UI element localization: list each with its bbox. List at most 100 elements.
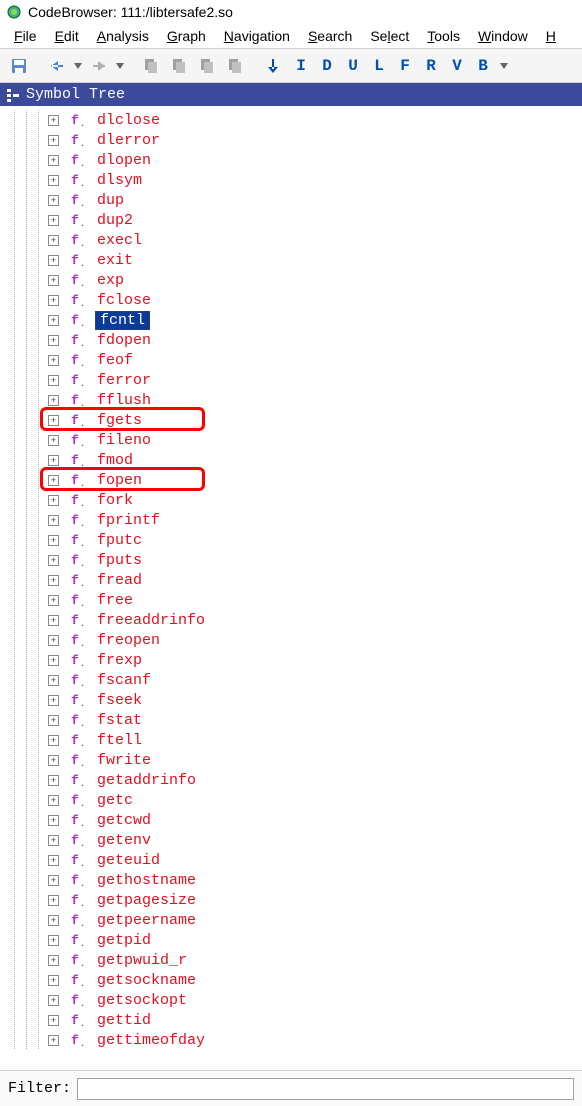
- expander-icon[interactable]: +: [48, 995, 59, 1006]
- tree-row[interactable]: +f.geteuid: [0, 850, 582, 870]
- tree-row[interactable]: +f.free: [0, 590, 582, 610]
- symbol-label[interactable]: getcwd: [95, 812, 153, 829]
- tree-row[interactable]: +f.fgets: [0, 410, 582, 430]
- tree-row[interactable]: +f.getpwuid_r: [0, 950, 582, 970]
- symbol-label[interactable]: dlclose: [95, 112, 162, 129]
- tree-row[interactable]: +f.getsockname: [0, 970, 582, 990]
- menu-select[interactable]: Select: [362, 26, 417, 46]
- expander-icon[interactable]: +: [48, 515, 59, 526]
- expander-icon[interactable]: +: [48, 235, 59, 246]
- tool-u[interactable]: U: [340, 53, 366, 79]
- expander-icon[interactable]: +: [48, 1015, 59, 1026]
- tree-row[interactable]: +f.fscanf: [0, 670, 582, 690]
- tree-row[interactable]: +f.exit: [0, 250, 582, 270]
- expander-icon[interactable]: +: [48, 835, 59, 846]
- expander-icon[interactable]: +: [48, 395, 59, 406]
- tree-row[interactable]: +f.fseek: [0, 690, 582, 710]
- symbol-label[interactable]: fstat: [95, 712, 144, 729]
- symbol-label[interactable]: fopen: [95, 472, 144, 489]
- save-button[interactable]: [6, 53, 32, 79]
- symbol-label[interactable]: gettimeofday: [95, 1032, 207, 1049]
- tree-row[interactable]: +f.getsockopt: [0, 990, 582, 1010]
- symbol-label[interactable]: fmod: [95, 452, 135, 469]
- symbol-label[interactable]: fileno: [95, 432, 153, 449]
- symbol-label[interactable]: fdopen: [95, 332, 153, 349]
- expander-icon[interactable]: +: [48, 175, 59, 186]
- tree-row[interactable]: +f.dup: [0, 190, 582, 210]
- symbol-label[interactable]: gethostname: [95, 872, 198, 889]
- expander-icon[interactable]: +: [48, 195, 59, 206]
- expander-icon[interactable]: +: [48, 655, 59, 666]
- tree-row[interactable]: +f.feof: [0, 350, 582, 370]
- tree-row[interactable]: +f.getpeername: [0, 910, 582, 930]
- down-arrow-button[interactable]: [260, 53, 286, 79]
- symbol-label[interactable]: fflush: [95, 392, 153, 409]
- symbol-label[interactable]: free: [95, 592, 135, 609]
- tree-row[interactable]: +f.gettimeofday: [0, 1030, 582, 1050]
- symbol-label[interactable]: dlsym: [95, 172, 144, 189]
- symbol-label[interactable]: fcntl: [95, 311, 150, 330]
- tree-row[interactable]: +f.fileno: [0, 430, 582, 450]
- expander-icon[interactable]: +: [48, 875, 59, 886]
- tree-row[interactable]: +f.gettid: [0, 1010, 582, 1030]
- expander-icon[interactable]: +: [48, 495, 59, 506]
- toolbar-dropdown[interactable]: [498, 53, 510, 79]
- menu-search[interactable]: Search: [300, 26, 360, 46]
- symbol-label[interactable]: dup: [95, 192, 126, 209]
- copy-button-3[interactable]: [194, 53, 220, 79]
- symbol-label[interactable]: dlerror: [95, 132, 162, 149]
- tree-row[interactable]: +f.getpagesize: [0, 890, 582, 910]
- expander-icon[interactable]: +: [48, 335, 59, 346]
- expander-icon[interactable]: +: [48, 915, 59, 926]
- tree-row[interactable]: +f.fread: [0, 570, 582, 590]
- tree-row[interactable]: +f.fflush: [0, 390, 582, 410]
- tree-row[interactable]: +f.getpid: [0, 930, 582, 950]
- forward-dropdown[interactable]: [114, 53, 126, 79]
- expander-icon[interactable]: +: [48, 675, 59, 686]
- symbol-label[interactable]: fseek: [95, 692, 144, 709]
- symbol-label[interactable]: getpwuid_r: [95, 952, 189, 969]
- expander-icon[interactable]: +: [48, 715, 59, 726]
- expander-icon[interactable]: +: [48, 295, 59, 306]
- symbol-label[interactable]: fscanf: [95, 672, 153, 689]
- tree-row[interactable]: +f.fprintf: [0, 510, 582, 530]
- symbol-label[interactable]: fork: [95, 492, 135, 509]
- symbol-label[interactable]: frexp: [95, 652, 144, 669]
- tree-row[interactable]: +f.frexp: [0, 650, 582, 670]
- expander-icon[interactable]: +: [48, 275, 59, 286]
- tree-row[interactable]: +f.fputs: [0, 550, 582, 570]
- menu-file[interactable]: File: [6, 26, 45, 46]
- tree-row[interactable]: +f.ftell: [0, 730, 582, 750]
- symbol-label[interactable]: freopen: [95, 632, 162, 649]
- symbol-label[interactable]: getc: [95, 792, 135, 809]
- tree-row[interactable]: +f.getenv: [0, 830, 582, 850]
- tree-row[interactable]: +f.fopen: [0, 470, 582, 490]
- tree-row[interactable]: +f.fdopen: [0, 330, 582, 350]
- tree-row[interactable]: +f.execl: [0, 230, 582, 250]
- symbol-label[interactable]: gettid: [95, 1012, 153, 1029]
- expander-icon[interactable]: +: [48, 215, 59, 226]
- expander-icon[interactable]: +: [48, 895, 59, 906]
- symbol-label[interactable]: dup2: [95, 212, 135, 229]
- expander-icon[interactable]: +: [48, 795, 59, 806]
- tool-l[interactable]: L: [366, 53, 392, 79]
- tool-r[interactable]: R: [418, 53, 444, 79]
- expander-icon[interactable]: +: [48, 615, 59, 626]
- symbol-label[interactable]: getsockname: [95, 972, 198, 989]
- tool-b[interactable]: B: [470, 53, 496, 79]
- symbol-label[interactable]: getpagesize: [95, 892, 198, 909]
- tree-row[interactable]: +f.fcntl: [0, 310, 582, 330]
- copy-button-1[interactable]: [138, 53, 164, 79]
- tree-row[interactable]: +f.freopen: [0, 630, 582, 650]
- expander-icon[interactable]: +: [48, 135, 59, 146]
- expander-icon[interactable]: +: [48, 575, 59, 586]
- symbol-label[interactable]: fwrite: [95, 752, 153, 769]
- tree-row[interactable]: +f.getcwd: [0, 810, 582, 830]
- expander-icon[interactable]: +: [48, 415, 59, 426]
- expander-icon[interactable]: +: [48, 455, 59, 466]
- tree-row[interactable]: +f.fork: [0, 490, 582, 510]
- tree-row[interactable]: +f.dlclose: [0, 110, 582, 130]
- symbol-label[interactable]: geteuid: [95, 852, 162, 869]
- menu-tools[interactable]: Tools: [419, 26, 468, 46]
- menu-edit[interactable]: Edit: [47, 26, 87, 46]
